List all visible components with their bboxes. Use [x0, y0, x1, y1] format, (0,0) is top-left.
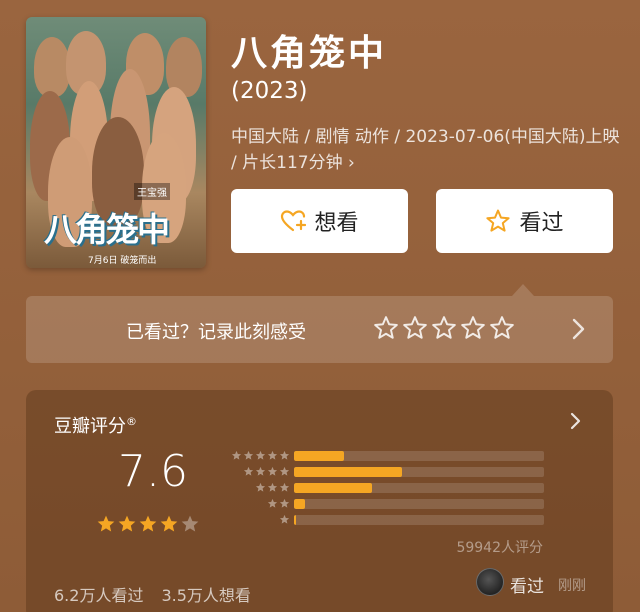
seen-count[interactable]: 6.2万人看过 [54, 582, 143, 606]
star-outline-icon [486, 209, 511, 232]
distribution-bar [294, 483, 372, 493]
poster-star-tag: 王宝强 [134, 183, 170, 200]
distribution-bar [294, 515, 296, 525]
small-star-icon [279, 482, 290, 492]
filled-star-icon [160, 515, 178, 532]
douban-rating-card[interactable]: 豆瓣评分® 7.6 59942人评分 6.2万人看过 3.5万人想看 看过 刚刚 [26, 390, 613, 612]
want-to-watch-label: 想看 [314, 211, 359, 236]
distribution-bar [294, 451, 344, 461]
movie-meta-link[interactable]: 中国大陆 / 剧情 动作 / 2023-07-06(中国大陆)上映 / 片长11… [231, 124, 621, 176]
distribution-track [294, 451, 544, 461]
poster-date-line: 7月6日 破笼而出 [88, 256, 157, 266]
movie-year: (2023) [231, 78, 308, 104]
small-star-icon [255, 466, 266, 476]
empty-star-icon[interactable] [373, 315, 399, 341]
distribution-stars [255, 482, 290, 493]
empty-star-icon[interactable] [460, 315, 486, 341]
poster-title-art: 八角笼中 [44, 210, 170, 249]
distribution-row [222, 482, 552, 494]
avatar[interactable] [476, 568, 504, 596]
distribution-stars [267, 498, 290, 509]
distribution-stars [279, 514, 290, 525]
distribution-track [294, 467, 544, 477]
chevron-right-icon[interactable] [569, 410, 583, 432]
small-star-icon [279, 450, 290, 460]
registered-mark: ® [126, 415, 137, 428]
small-star-icon [243, 466, 254, 476]
distribution-row [222, 514, 552, 526]
small-star-icon [231, 450, 242, 460]
poster-figure [34, 37, 70, 97]
small-star-icon [255, 482, 266, 492]
empty-star-icon[interactable] [402, 315, 428, 341]
distribution-stars [231, 450, 290, 461]
watched-button[interactable]: 看过 [436, 189, 613, 253]
distribution-bar [294, 467, 402, 477]
small-star-icon [279, 498, 290, 508]
distribution-row [222, 450, 552, 462]
empty-star-icon[interactable] [431, 315, 457, 341]
want-count[interactable]: 3.5万人想看 [161, 582, 250, 606]
small-star-icon [267, 466, 278, 476]
record-feeling-prompt: 已看过？记录此刻感受 [126, 322, 306, 343]
distribution-row [222, 466, 552, 478]
tooltip-pointer [512, 284, 534, 296]
watched-label: 看过 [519, 211, 564, 236]
movie-title: 八角笼中 [231, 33, 388, 74]
small-star-icon [267, 498, 278, 508]
filled-star-icon [139, 515, 157, 532]
small-star-icon [279, 466, 290, 476]
want-to-watch-button[interactable]: 想看 [231, 189, 408, 253]
distribution-bar [294, 499, 306, 509]
small-star-icon [255, 450, 266, 460]
empty-star-icon[interactable] [489, 315, 515, 341]
rating-stars [96, 514, 200, 534]
heart-plus-icon [281, 210, 307, 232]
small-star-icon [267, 482, 278, 492]
small-star-icon [279, 514, 290, 524]
rating-score: 7.6 [118, 446, 188, 497]
rating-source-name: 豆瓣评分 [54, 416, 126, 437]
small-star-icon [243, 450, 254, 460]
small-star-icon [267, 450, 278, 460]
movie-poster[interactable]: 王宝强 八角笼中 7月6日 破笼而出 [26, 17, 206, 268]
rating-count: 59942人评分 [456, 540, 543, 556]
distribution-track [294, 483, 544, 493]
filled-star-icon [97, 515, 115, 532]
recent-activity-label: 看过 [510, 577, 544, 597]
empty-star-icon [181, 515, 199, 532]
recent-activity-time: 刚刚 [558, 578, 586, 594]
distribution-track [294, 515, 544, 525]
audience-stats: 6.2万人看过 3.5万人想看 [54, 582, 251, 606]
distribution-track [294, 499, 544, 509]
rating-source-label: 豆瓣评分® [54, 412, 137, 438]
record-feeling-bar[interactable]: 已看过？记录此刻感受 [26, 296, 613, 363]
distribution-stars [243, 466, 290, 477]
chevron-right-icon[interactable] [569, 314, 589, 344]
rate-star-selector[interactable] [373, 315, 515, 341]
filled-star-icon [118, 515, 136, 532]
distribution-row [222, 498, 552, 510]
